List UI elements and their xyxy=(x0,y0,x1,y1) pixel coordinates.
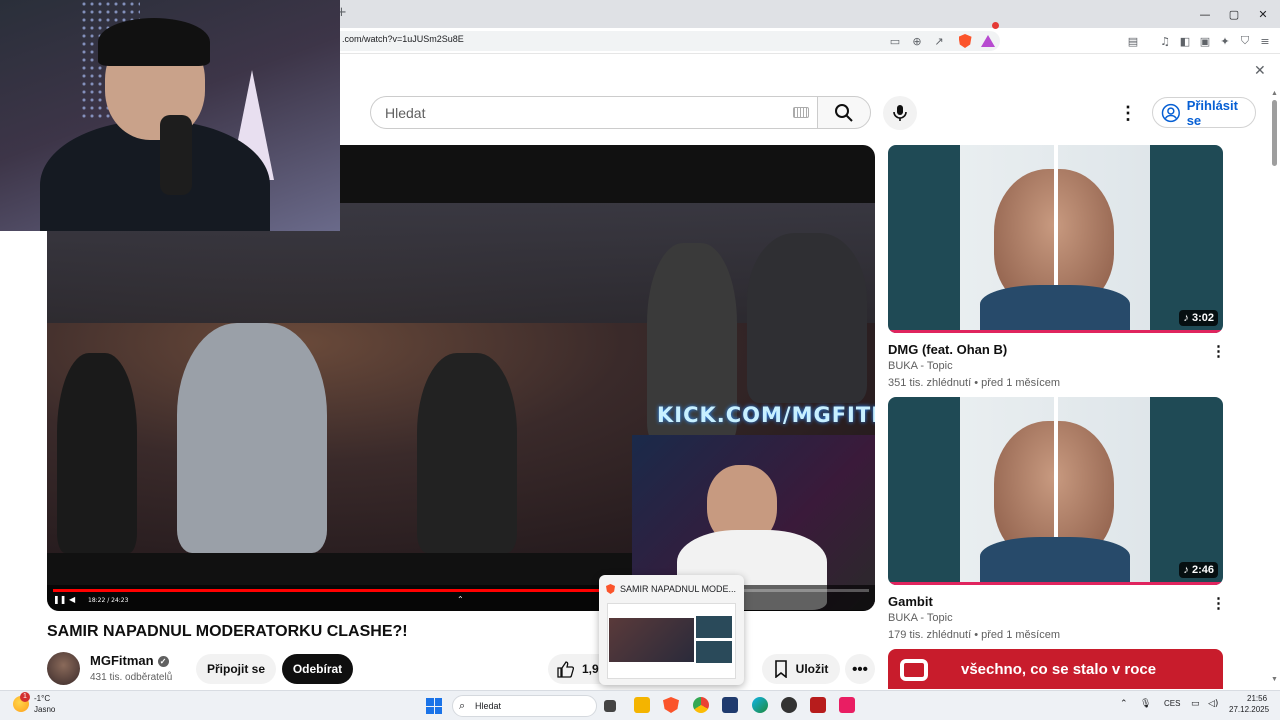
verified-icon: ✓ xyxy=(157,656,169,667)
signin-label: Přihlásit se xyxy=(1186,97,1238,128)
recommendation-channel[interactable]: BUKA - Topic xyxy=(888,612,953,624)
progress-bar[interactable] xyxy=(53,589,869,592)
settings-kebab-icon[interactable]: ⋮ xyxy=(1116,101,1140,125)
search-icon: ⌕ xyxy=(459,699,466,712)
recommendation-banner-text: všechno, co se stalo v roce xyxy=(961,661,1157,678)
bookmark-icon xyxy=(774,660,787,678)
tab-preview-popup: SAMIR NAPADNUL MODE... xyxy=(599,575,744,685)
kick-channel-overlay: KICK.COM/MGFITMAN xyxy=(657,403,875,427)
weather-condition[interactable]: Jasno xyxy=(34,705,55,714)
ct-logo-icon xyxy=(900,659,928,681)
duration-badge: ♪ 3:02 xyxy=(1179,310,1218,326)
pause-icon[interactable]: ❚❚ xyxy=(53,595,66,604)
player-controls: ❚❚ ◀ 18:22 / 24:23 ⌃ xyxy=(47,585,875,611)
display-icon[interactable]: ▭ xyxy=(1191,699,1200,709)
search-icon xyxy=(835,103,853,122)
save-label: Uložit xyxy=(795,662,829,676)
share-icon[interactable]: ↗ xyxy=(930,32,948,50)
leo-ai-icon[interactable]: ✦ xyxy=(1216,32,1234,50)
reader-mode-icon[interactable]: ▤ xyxy=(1124,32,1142,50)
language-indicator[interactable]: CES xyxy=(1164,699,1180,708)
app-icon[interactable] xyxy=(810,697,826,713)
zoom-icon[interactable]: ⊕ xyxy=(908,32,926,50)
clock-time[interactable]: 21:56 xyxy=(1247,694,1267,703)
tab-preview-thumbnail xyxy=(607,603,736,679)
url-text: .com/watch?v=1uJUSm2Su8E xyxy=(342,34,464,44)
weather-temperature[interactable]: -1°C xyxy=(34,694,50,703)
channel-avatar[interactable] xyxy=(47,652,80,685)
chevron-up-icon[interactable]: ⌃ xyxy=(1120,699,1128,709)
volume-icon[interactable]: ◁) xyxy=(1208,699,1218,709)
windows-taskbar: 1 -1°C Jasno ⌕ Hledat ⌃ 🎙 CES ▭ ◁) 21:56… xyxy=(0,690,1280,720)
account-icon xyxy=(1161,103,1180,122)
scroll-up-arrow-icon[interactable]: ▲ xyxy=(1271,90,1278,97)
save-button[interactable]: Uložit xyxy=(762,654,840,684)
file-explorer-icon[interactable] xyxy=(634,697,650,713)
brave-favicon-icon xyxy=(606,584,615,594)
close-window-button[interactable]: ✕ xyxy=(1248,4,1278,24)
keyboard-icon[interactable] xyxy=(793,107,809,118)
search-placeholder: Hledat xyxy=(385,105,426,121)
voice-search-button[interactable] xyxy=(883,96,917,130)
scrollbar-thumb[interactable] xyxy=(1272,100,1277,166)
join-button[interactable]: Připojit se xyxy=(196,654,276,684)
duration-badge: ♪ 2:46 xyxy=(1179,562,1218,578)
recommendation-menu-icon[interactable]: ⋮ xyxy=(1211,342,1226,360)
start-button[interactable] xyxy=(426,698,442,714)
recommendation-thumbnail[interactable]: ♪ 2:46 xyxy=(888,397,1223,585)
subscribe-button[interactable]: Odebírat xyxy=(282,654,353,684)
recommendation-thumbnail[interactable]: ♪ 3:02 xyxy=(888,145,1223,333)
maximize-button[interactable]: ▢ xyxy=(1219,4,1249,24)
clock-date[interactable]: 27.12.2025 xyxy=(1229,705,1269,714)
tiktok-icon[interactable] xyxy=(839,697,855,713)
video-title: SAMIR NAPADNUL MODERATORKU CLASHE?! xyxy=(47,623,408,640)
minimize-button[interactable]: — xyxy=(1190,4,1220,24)
taskbar-search-placeholder: Hledat xyxy=(475,701,502,711)
app-icon[interactable] xyxy=(722,697,738,713)
task-view-icon[interactable] xyxy=(604,700,616,712)
microphone-icon xyxy=(893,105,907,121)
media-icon[interactable]: ♫ xyxy=(1156,32,1174,50)
obs-icon[interactable] xyxy=(781,697,797,713)
edge-icon[interactable] xyxy=(752,697,768,713)
wallet-icon[interactable]: ▣ xyxy=(1196,32,1214,50)
brave-rewards-icon[interactable] xyxy=(979,22,999,50)
chevron-up-icon[interactable]: ⌃ xyxy=(457,595,464,604)
recommendation-meta: 351 tis. zhlédnutí • před 1 měsícem xyxy=(888,377,1060,389)
vpn-icon[interactable]: ⛉ xyxy=(1236,32,1254,50)
recommendation-thumbnail[interactable]: všechno, co se stalo v roce xyxy=(888,649,1223,689)
time-display: 18:22 / 24:23 xyxy=(88,597,129,604)
subscriber-count: 431 tis. odběratelů xyxy=(90,672,173,683)
more-actions-button[interactable]: ••• xyxy=(845,654,875,684)
notification-badge: 1 xyxy=(20,692,30,702)
chrome-icon[interactable] xyxy=(693,697,709,713)
sidebar-icon[interactable]: ◧ xyxy=(1176,32,1194,50)
volume-icon[interactable]: ◀ xyxy=(69,595,75,604)
recommendation-meta: 179 tis. zhlédnutí • před 1 měsícem xyxy=(888,629,1060,641)
search-input[interactable]: Hledat xyxy=(370,96,817,129)
video-frame: KICK.COM/MGFITMAN xyxy=(47,203,875,610)
recommendation-title[interactable]: Gambit xyxy=(888,594,933,609)
channel-name[interactable]: MGFitman ✓ xyxy=(90,653,169,668)
brave-browser-icon[interactable] xyxy=(663,697,679,713)
search-button[interactable] xyxy=(817,96,871,129)
recommendation-title[interactable]: DMG (feat. Ohan B) xyxy=(888,342,1007,357)
streamer-webcam-overlay xyxy=(0,0,340,231)
microphone-icon[interactable]: 🎙 xyxy=(1140,699,1151,709)
thumbs-up-icon xyxy=(557,661,574,678)
menu-icon[interactable]: ≡ xyxy=(1256,32,1274,50)
taskbar-search-input[interactable]: ⌕ Hledat xyxy=(452,695,597,717)
signin-button[interactable]: Přihlásit se xyxy=(1152,97,1256,128)
tab-preview-title: SAMIR NAPADNUL MODE... xyxy=(620,584,737,594)
recommendation-menu-icon[interactable]: ⋮ xyxy=(1211,594,1226,612)
recommendation-channel[interactable]: BUKA - Topic xyxy=(888,360,953,372)
progress-fill xyxy=(53,589,665,592)
like-count: 1,9 xyxy=(582,662,599,676)
page-scrollbar[interactable]: ▲ ▼ xyxy=(1269,90,1280,690)
scroll-down-arrow-icon[interactable]: ▼ xyxy=(1271,676,1278,683)
cast-icon[interactable]: ▭ xyxy=(886,32,904,50)
close-icon[interactable]: ✕ xyxy=(1254,63,1266,79)
brave-shield-icon[interactable] xyxy=(956,32,974,50)
